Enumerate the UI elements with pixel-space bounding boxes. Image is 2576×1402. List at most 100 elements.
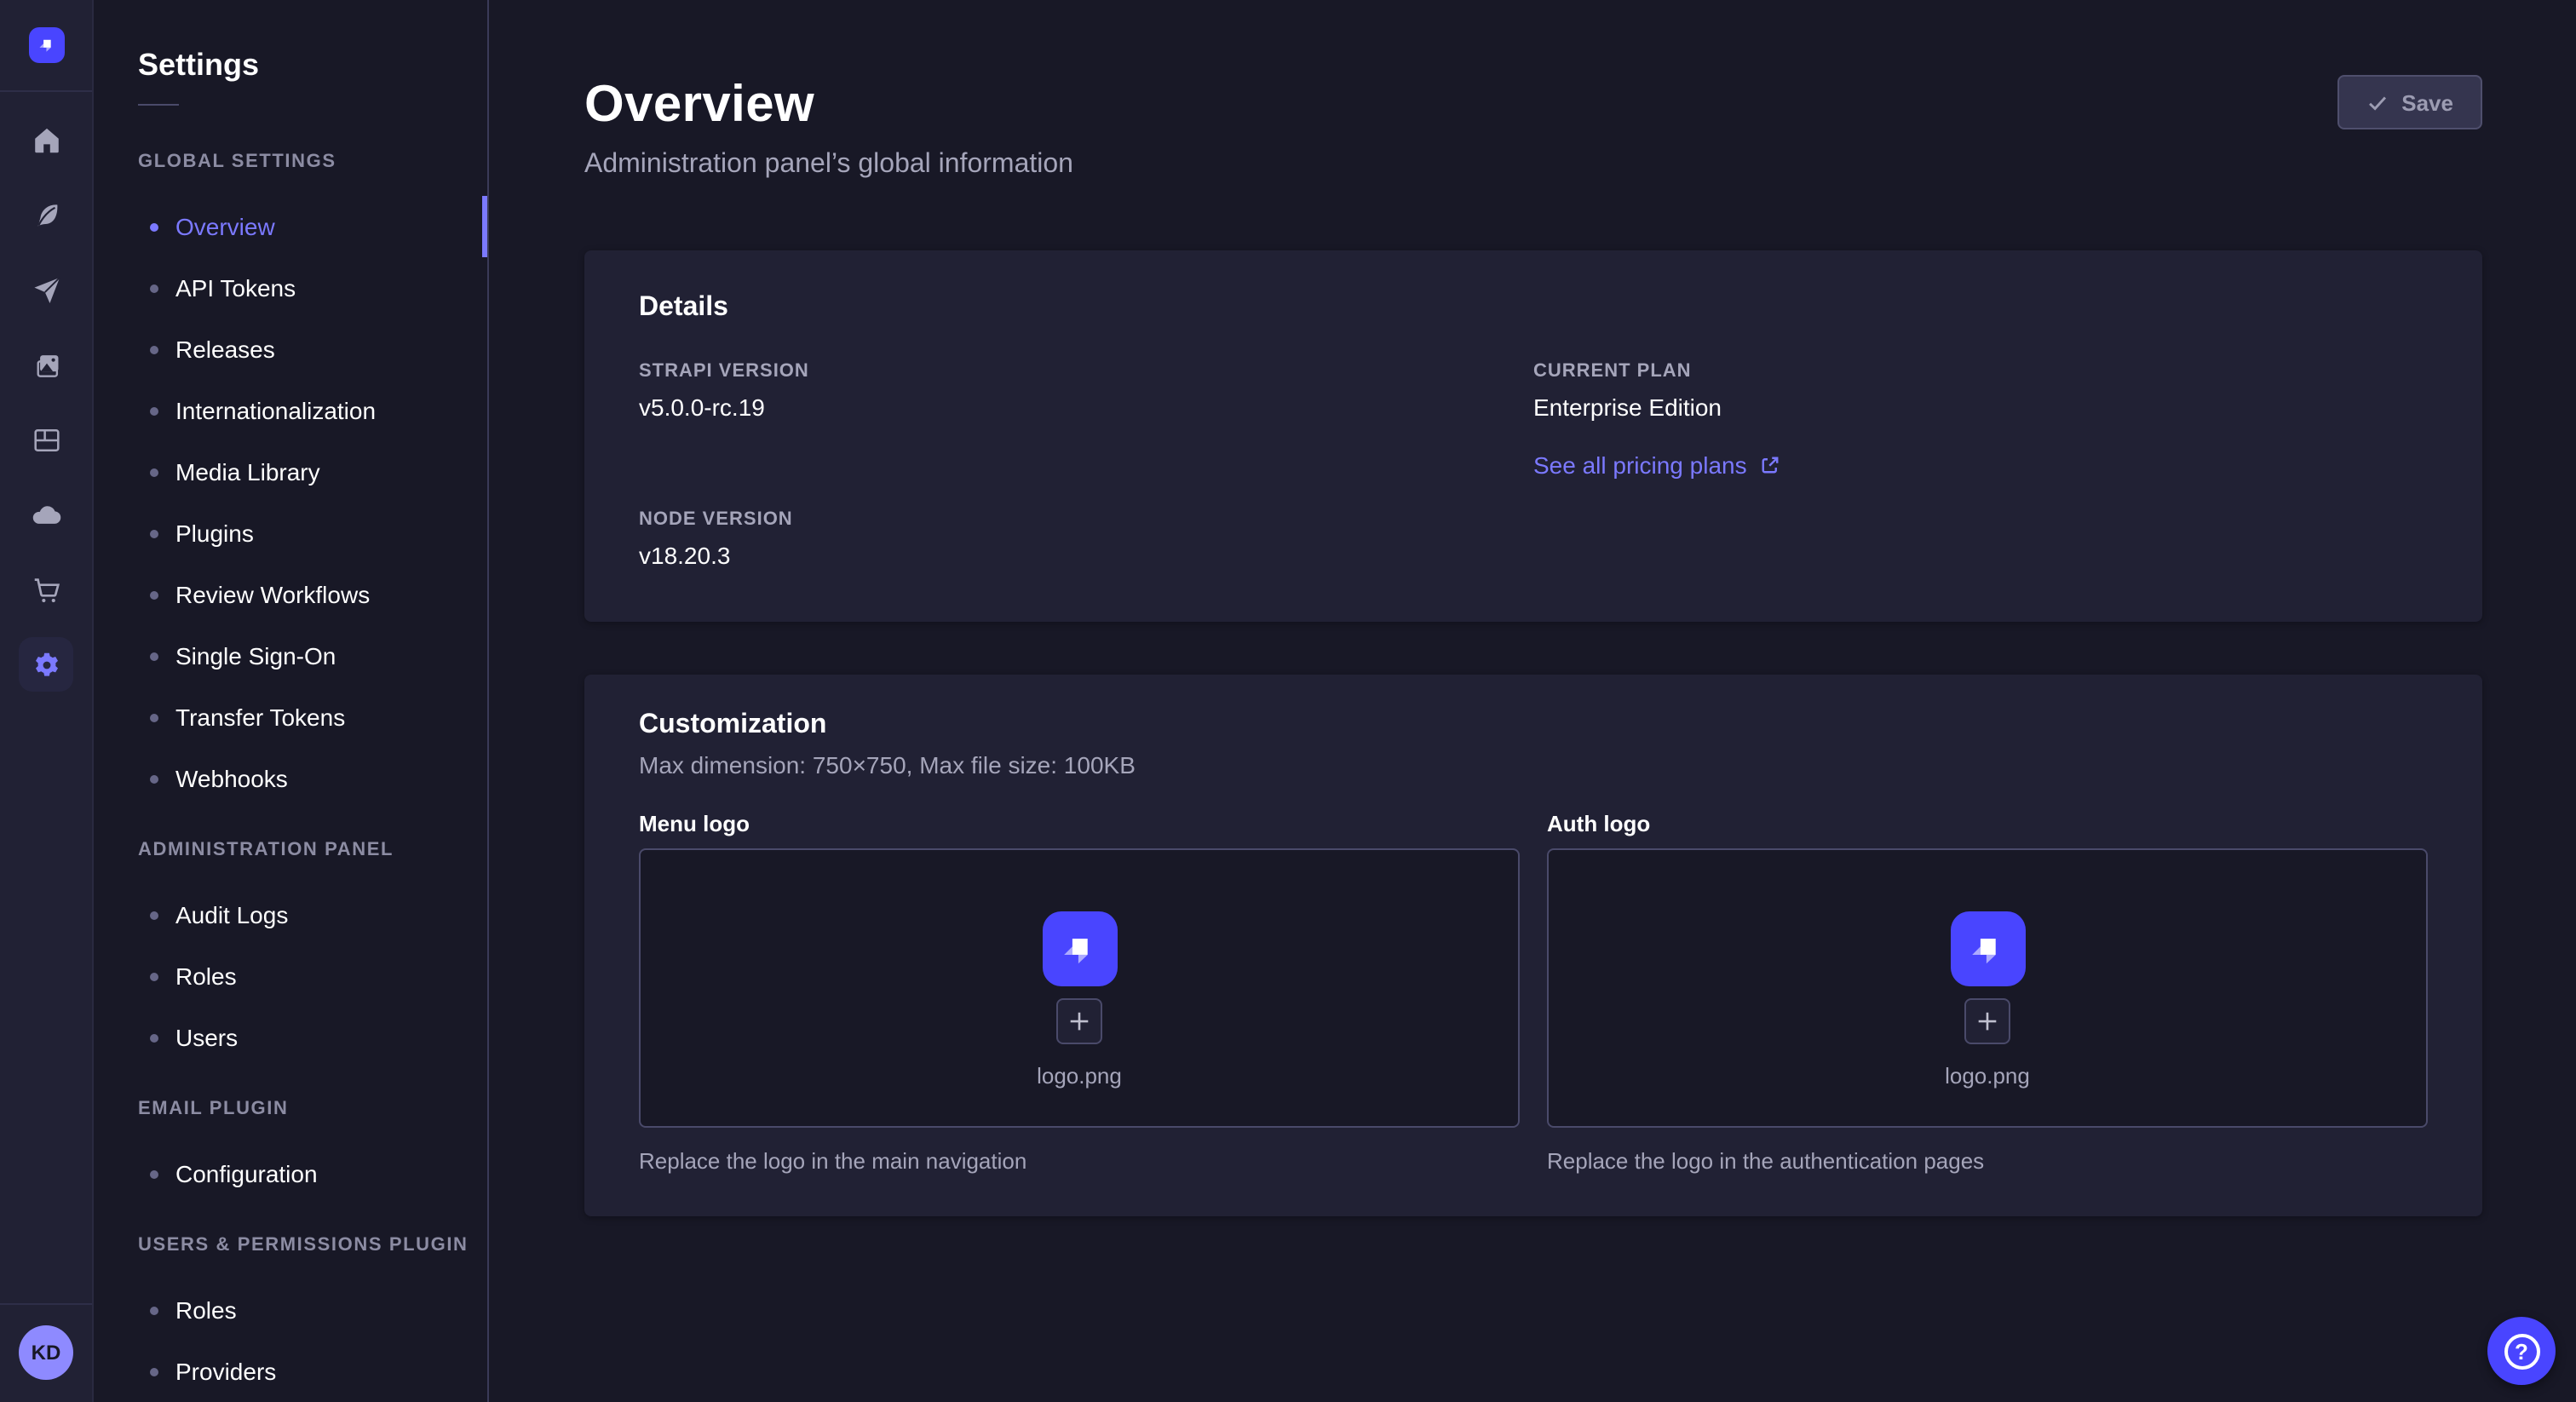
sidebar-item-single-sign-on[interactable]: Single Sign-On (94, 625, 487, 687)
bullet-icon (150, 284, 158, 292)
page-header: Overview Administration panel’s global i… (584, 0, 2482, 182)
customization-constraints: Max dimension: 750×750, Max file size: 1… (639, 750, 2428, 780)
bullet-icon (150, 1033, 158, 1042)
sidebar-item-label: Internationalization (175, 395, 376, 426)
cloud-icon[interactable] (9, 477, 83, 552)
auth-logo-filename: logo.png (1945, 1063, 2030, 1090)
help-button[interactable]: ? (2487, 1317, 2556, 1385)
field-value: v5.0.0-rc.19 (639, 392, 1533, 422)
gear-icon[interactable] (9, 627, 83, 702)
strapi-version-field: STRAPI VERSION v5.0.0-rc.19 (639, 359, 1533, 422)
menu-logo-caption: Replace the logo in the main navigation (639, 1148, 1520, 1175)
cart-icon[interactable] (9, 552, 83, 627)
feather-icon[interactable] (9, 177, 83, 252)
sidebar-item-users[interactable]: Users (94, 1007, 487, 1068)
field-value: Enterprise Edition (1533, 392, 2428, 422)
nav-section-label: USERS & PERMISSIONS PLUGIN (138, 1232, 487, 1259)
menu-logo-preview (1042, 911, 1117, 986)
sidebar-item-configuration[interactable]: Configuration (94, 1143, 487, 1204)
field-label: NODE VERSION (639, 508, 1533, 531)
sidebar-item-roles[interactable]: Roles (94, 945, 487, 1007)
pricing-plans-link[interactable]: See all pricing plans (1533, 450, 1781, 480)
rail-divider (0, 1303, 92, 1305)
sidebar-item-providers[interactable]: Providers (94, 1341, 487, 1402)
bullet-icon (150, 774, 158, 783)
bullet-icon (150, 1367, 158, 1376)
current-plan-field: CURRENT PLAN Enterprise Edition See all … (1533, 359, 2428, 482)
sidebar-item-label: Webhooks (175, 763, 288, 794)
paper-plane-icon[interactable] (9, 252, 83, 327)
customization-card: Customization Max dimension: 750×750, Ma… (584, 675, 2482, 1216)
auth-logo-caption: Replace the logo in the authentication p… (1547, 1148, 2428, 1175)
home-icon[interactable] (9, 102, 83, 177)
sidebar-item-label: Review Workflows (175, 579, 370, 610)
nav-section-label: EMAIL PLUGIN (138, 1095, 487, 1123)
details-left-column: STRAPI VERSION v5.0.0-rc.19 NODE VERSION… (639, 359, 1533, 571)
node-version-field: NODE VERSION v18.20.3 (639, 508, 1533, 571)
save-button-label: Save (2401, 89, 2453, 115)
auth-logo-preview (1950, 911, 2025, 986)
bullet-icon (150, 222, 158, 231)
field-label: STRAPI VERSION (639, 359, 1533, 383)
check-icon (2366, 91, 2388, 113)
details-grid: STRAPI VERSION v5.0.0-rc.19 NODE VERSION… (639, 359, 2428, 571)
save-button[interactable]: Save (2337, 75, 2482, 129)
plus-icon (1067, 1008, 1092, 1034)
question-mark-icon: ? (2504, 1333, 2539, 1369)
pictures-icon[interactable] (9, 327, 83, 402)
auth-logo-label: Auth logo (1547, 811, 2428, 838)
subnav-title: Settings (138, 46, 487, 83)
sidebar-item-review-workflows[interactable]: Review Workflows (94, 564, 487, 625)
menu-logo-field: Menu logo logo.png (639, 811, 1520, 1175)
sidebar-item-label: Users (175, 1022, 238, 1053)
sidebar-item-label: Overview (175, 211, 275, 242)
sidebar-item-label: API Tokens (175, 273, 296, 303)
nav-section-label: ADMINISTRATION PANEL (138, 836, 487, 864)
field-value: v18.20.3 (639, 540, 1533, 571)
sidebar-item-label: Transfer Tokens (175, 702, 345, 733)
sidebar-item-label: Releases (175, 334, 275, 365)
strapi-mark-icon (1056, 926, 1102, 972)
sidebar-item-transfer-tokens[interactable]: Transfer Tokens (94, 687, 487, 748)
bullet-icon (150, 652, 158, 660)
details-card: Details STRAPI VERSION v5.0.0-rc.19 NODE… (584, 250, 2482, 622)
bullet-icon (150, 1169, 158, 1178)
sidebar-item-webhooks[interactable]: Webhooks (94, 748, 487, 809)
add-auth-logo-button[interactable] (1964, 998, 2010, 1044)
page-title: Overview (584, 75, 2482, 136)
subnav-title-rule (138, 104, 179, 106)
sidebar-item-roles[interactable]: Roles (94, 1279, 487, 1341)
bullet-icon (150, 468, 158, 476)
layout-icon[interactable] (9, 402, 83, 477)
bullet-icon (150, 406, 158, 415)
plus-icon (1975, 1008, 2000, 1034)
sidebar-item-audit-logs[interactable]: Audit Logs (94, 884, 487, 945)
sidebar-item-releases[interactable]: Releases (94, 319, 487, 380)
user-avatar[interactable]: KD (19, 1325, 73, 1380)
bullet-icon (150, 911, 158, 919)
auth-logo-field: Auth logo logo.png (1547, 811, 2428, 1175)
sidebar-item-plugins[interactable]: Plugins (94, 503, 487, 564)
subnav-sections: GLOBAL SETTINGSOverviewAPI TokensRelease… (94, 148, 487, 1402)
sidebar-item-label: Audit Logs (175, 899, 288, 930)
active-item-indicator (482, 196, 487, 257)
sidebar-item-label: Roles (175, 1295, 237, 1325)
menu-logo-dropzone: logo.png (639, 848, 1520, 1128)
sidebar-item-internationalization[interactable]: Internationalization (94, 380, 487, 441)
sidebar-item-label: Roles (175, 961, 237, 991)
main-content: Overview Administration panel’s global i… (489, 0, 2576, 1402)
bullet-icon (150, 345, 158, 353)
menu-logo-filename: logo.png (1037, 1063, 1122, 1090)
sidebar-item-label: Single Sign-On (175, 641, 336, 671)
sidebar-item-label: Media Library (175, 457, 320, 487)
bullet-icon (150, 713, 158, 721)
customization-card-title: Customization (639, 709, 2428, 743)
sidebar-item-overview[interactable]: Overview (94, 196, 487, 257)
sidebar-item-media-library[interactable]: Media Library (94, 441, 487, 503)
bullet-icon (150, 529, 158, 537)
details-card-title: Details (639, 291, 2428, 325)
strapi-mark-icon (35, 34, 57, 56)
strapi-logo[interactable] (28, 27, 64, 63)
add-menu-logo-button[interactable] (1056, 998, 1102, 1044)
sidebar-item-api-tokens[interactable]: API Tokens (94, 257, 487, 319)
